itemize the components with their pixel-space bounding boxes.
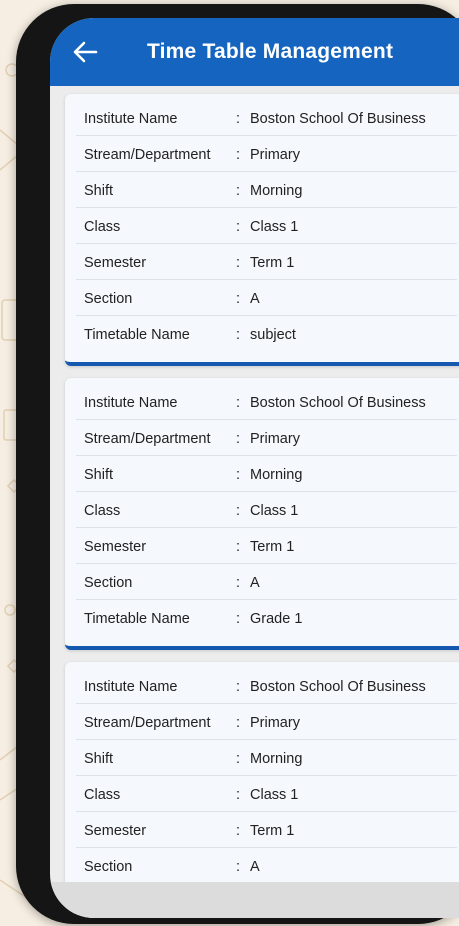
semester-value: Term 1 xyxy=(250,823,295,839)
timetable-card[interactable]: Institute Name : Boston School Of Busine… xyxy=(65,378,459,650)
section-value: A xyxy=(250,291,260,307)
semester-row: Semester : Term 1 xyxy=(76,528,457,564)
section-value: A xyxy=(250,575,260,591)
class-row: Class : Class 1 xyxy=(76,492,457,528)
timetable-name-row: Timetable Name : subject xyxy=(76,316,457,351)
separator: : xyxy=(236,255,241,271)
section-label: Section xyxy=(84,291,133,307)
shift-label: Shift xyxy=(84,183,114,199)
class-row: Class : Class 1 xyxy=(76,776,457,812)
shift-value: Morning xyxy=(250,467,303,483)
separator: : xyxy=(236,219,241,235)
stream-label: Stream/Department xyxy=(84,147,211,163)
semester-label: Semester xyxy=(84,539,147,555)
shift-label: Shift xyxy=(84,751,114,767)
separator: : xyxy=(236,859,241,875)
phone-frame: Time Table Management Institute Name : B… xyxy=(16,4,459,924)
class-value: Class 1 xyxy=(250,503,299,519)
stream-value: Primary xyxy=(250,431,300,447)
class-value: Class 1 xyxy=(250,219,299,235)
stream-row: Stream/Department : Primary xyxy=(76,704,457,740)
institute-row: Institute Name : Boston School Of Busine… xyxy=(76,668,457,704)
institute-label: Institute Name xyxy=(84,679,178,695)
stream-row: Stream/Department : Primary xyxy=(76,420,457,456)
institute-value: Boston School Of Business xyxy=(250,111,426,127)
separator: : xyxy=(236,147,241,163)
semester-value: Term 1 xyxy=(250,539,295,555)
separator: : xyxy=(236,715,241,731)
timetable-name-row: Timetable Name : Grade 1 xyxy=(76,600,457,635)
institute-row: Institute Name : Boston School Of Busine… xyxy=(76,100,457,136)
section-label: Section xyxy=(84,575,133,591)
timetable-name-label: Timetable Name xyxy=(84,611,190,627)
app-screen: Time Table Management Institute Name : B… xyxy=(50,18,459,918)
screen-bottom-edge xyxy=(50,882,459,918)
shift-row: Shift : Morning xyxy=(76,740,457,776)
separator: : xyxy=(236,467,241,483)
separator: : xyxy=(236,183,241,199)
separator: : xyxy=(236,395,241,411)
section-value: A xyxy=(250,859,260,875)
shift-label: Shift xyxy=(84,467,114,483)
semester-label: Semester xyxy=(84,255,147,271)
institute-row: Institute Name : Boston School Of Busine… xyxy=(76,384,457,420)
section-row: Section : A xyxy=(76,848,457,884)
timetable-name-value: Grade 1 xyxy=(250,611,303,627)
separator: : xyxy=(236,823,241,839)
section-row: Section : A xyxy=(76,280,457,316)
class-label: Class xyxy=(84,787,121,803)
class-value: Class 1 xyxy=(250,787,299,803)
timetable-name-label: Timetable Name xyxy=(84,327,190,343)
section-label: Section xyxy=(84,859,133,875)
semester-row: Semester : Term 1 xyxy=(76,812,457,848)
page-title: Time Table Management xyxy=(147,40,394,63)
semester-value: Term 1 xyxy=(250,255,295,271)
institute-value: Boston School Of Business xyxy=(250,395,426,411)
institute-label: Institute Name xyxy=(84,395,178,411)
stream-label: Stream/Department xyxy=(84,715,211,731)
separator: : xyxy=(236,787,241,803)
separator: : xyxy=(236,751,241,767)
timetable-card[interactable]: Institute Name : Boston School Of Busine… xyxy=(65,94,459,366)
timetable-card[interactable]: Institute Name : Boston School Of Busine… xyxy=(65,662,459,918)
shift-value: Morning xyxy=(250,751,303,767)
semester-label: Semester xyxy=(84,823,147,839)
institute-value: Boston School Of Business xyxy=(250,679,426,695)
arrow-left-icon[interactable] xyxy=(72,40,98,64)
separator: : xyxy=(236,679,241,695)
separator: : xyxy=(236,503,241,519)
stream-label: Stream/Department xyxy=(84,431,211,447)
separator: : xyxy=(236,327,241,343)
section-row: Section : A xyxy=(76,564,457,600)
stream-value: Primary xyxy=(250,147,300,163)
shift-row: Shift : Morning xyxy=(76,172,457,208)
separator: : xyxy=(236,539,241,555)
semester-row: Semester : Term 1 xyxy=(76,244,457,280)
separator: : xyxy=(236,111,241,127)
stream-row: Stream/Department : Primary xyxy=(76,136,457,172)
separator: : xyxy=(236,611,241,627)
separator: : xyxy=(236,575,241,591)
institute-label: Institute Name xyxy=(84,111,178,127)
shift-row: Shift : Morning xyxy=(76,456,457,492)
class-label: Class xyxy=(84,219,121,235)
stream-value: Primary xyxy=(250,715,300,731)
separator: : xyxy=(236,291,241,307)
shift-value: Morning xyxy=(250,183,303,199)
app-bar: Time Table Management xyxy=(50,18,459,86)
class-row: Class : Class 1 xyxy=(76,208,457,244)
separator: : xyxy=(236,431,241,447)
class-label: Class xyxy=(84,503,121,519)
timetable-name-value: subject xyxy=(250,327,296,343)
